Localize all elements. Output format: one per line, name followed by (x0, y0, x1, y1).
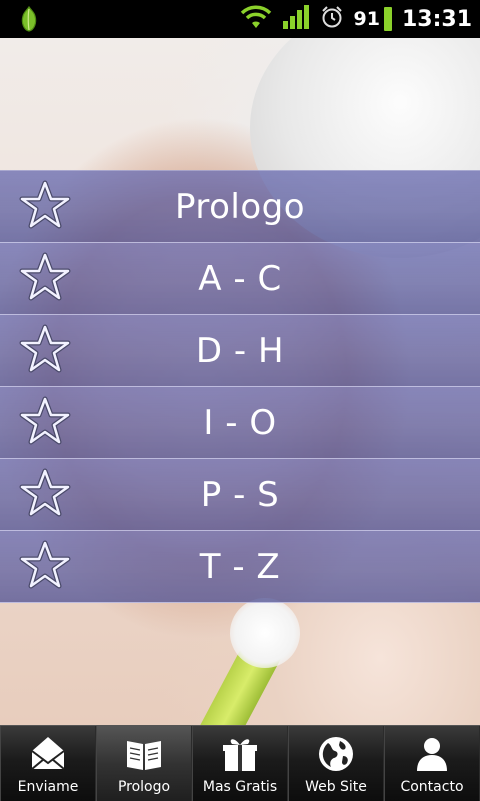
tab-label: Enviame (17, 779, 79, 795)
menu-item-label: P - S (200, 474, 280, 515)
menu-item-a-c[interactable]: A - C (0, 243, 480, 315)
globe-icon (319, 737, 353, 771)
alarm-clock-icon (320, 5, 344, 33)
envelope-icon (31, 737, 65, 770)
wifi-icon (240, 4, 272, 34)
bottom-tab-bar: Enviame Prologo Mas Gratis Web Site Cont… (0, 725, 480, 801)
tab-web-site[interactable]: Web Site (288, 726, 384, 801)
star-icon (19, 252, 71, 301)
star-icon (19, 540, 71, 589)
tab-prologo[interactable]: Prologo (96, 726, 192, 801)
battery-icon (383, 7, 392, 31)
menu-list: Prologo A - C D - H I - O P - S T - Z (0, 170, 480, 603)
menu-item-label: T - Z (199, 546, 281, 587)
gift-icon (223, 739, 257, 771)
tab-enviame[interactable]: Enviame (0, 726, 96, 801)
battery-percentage: 91 (353, 8, 380, 30)
menu-item-prologo[interactable]: Prologo (0, 170, 480, 243)
menu-item-i-o[interactable]: I - O (0, 387, 480, 459)
star-icon (19, 324, 71, 373)
menu-item-label: D - H (195, 330, 285, 371)
person-icon (417, 738, 447, 771)
tab-label: Mas Gratis (202, 779, 278, 795)
star-icon (19, 468, 71, 517)
tab-contacto[interactable]: Contacto (384, 726, 480, 801)
tab-label: Contacto (400, 779, 464, 795)
flower-bloom (230, 598, 300, 668)
menu-item-d-h[interactable]: D - H (0, 315, 480, 387)
status-bar: 91 13:31 (0, 0, 480, 38)
signal-strength-icon (282, 4, 310, 34)
menu-item-label: A - C (198, 258, 282, 299)
onion-notification-icon (14, 4, 44, 34)
star-icon (19, 396, 71, 445)
menu-item-label: I - O (203, 402, 277, 443)
clock-time: 13:31 (401, 6, 472, 32)
tab-mas-gratis[interactable]: Mas Gratis (192, 726, 288, 801)
tab-label: Web Site (305, 779, 367, 795)
star-icon (19, 180, 71, 229)
menu-item-label: Prologo (174, 186, 306, 227)
tab-label: Prologo (117, 779, 171, 795)
menu-item-p-s[interactable]: P - S (0, 459, 480, 531)
book-icon (127, 741, 161, 770)
menu-item-t-z[interactable]: T - Z (0, 531, 480, 603)
